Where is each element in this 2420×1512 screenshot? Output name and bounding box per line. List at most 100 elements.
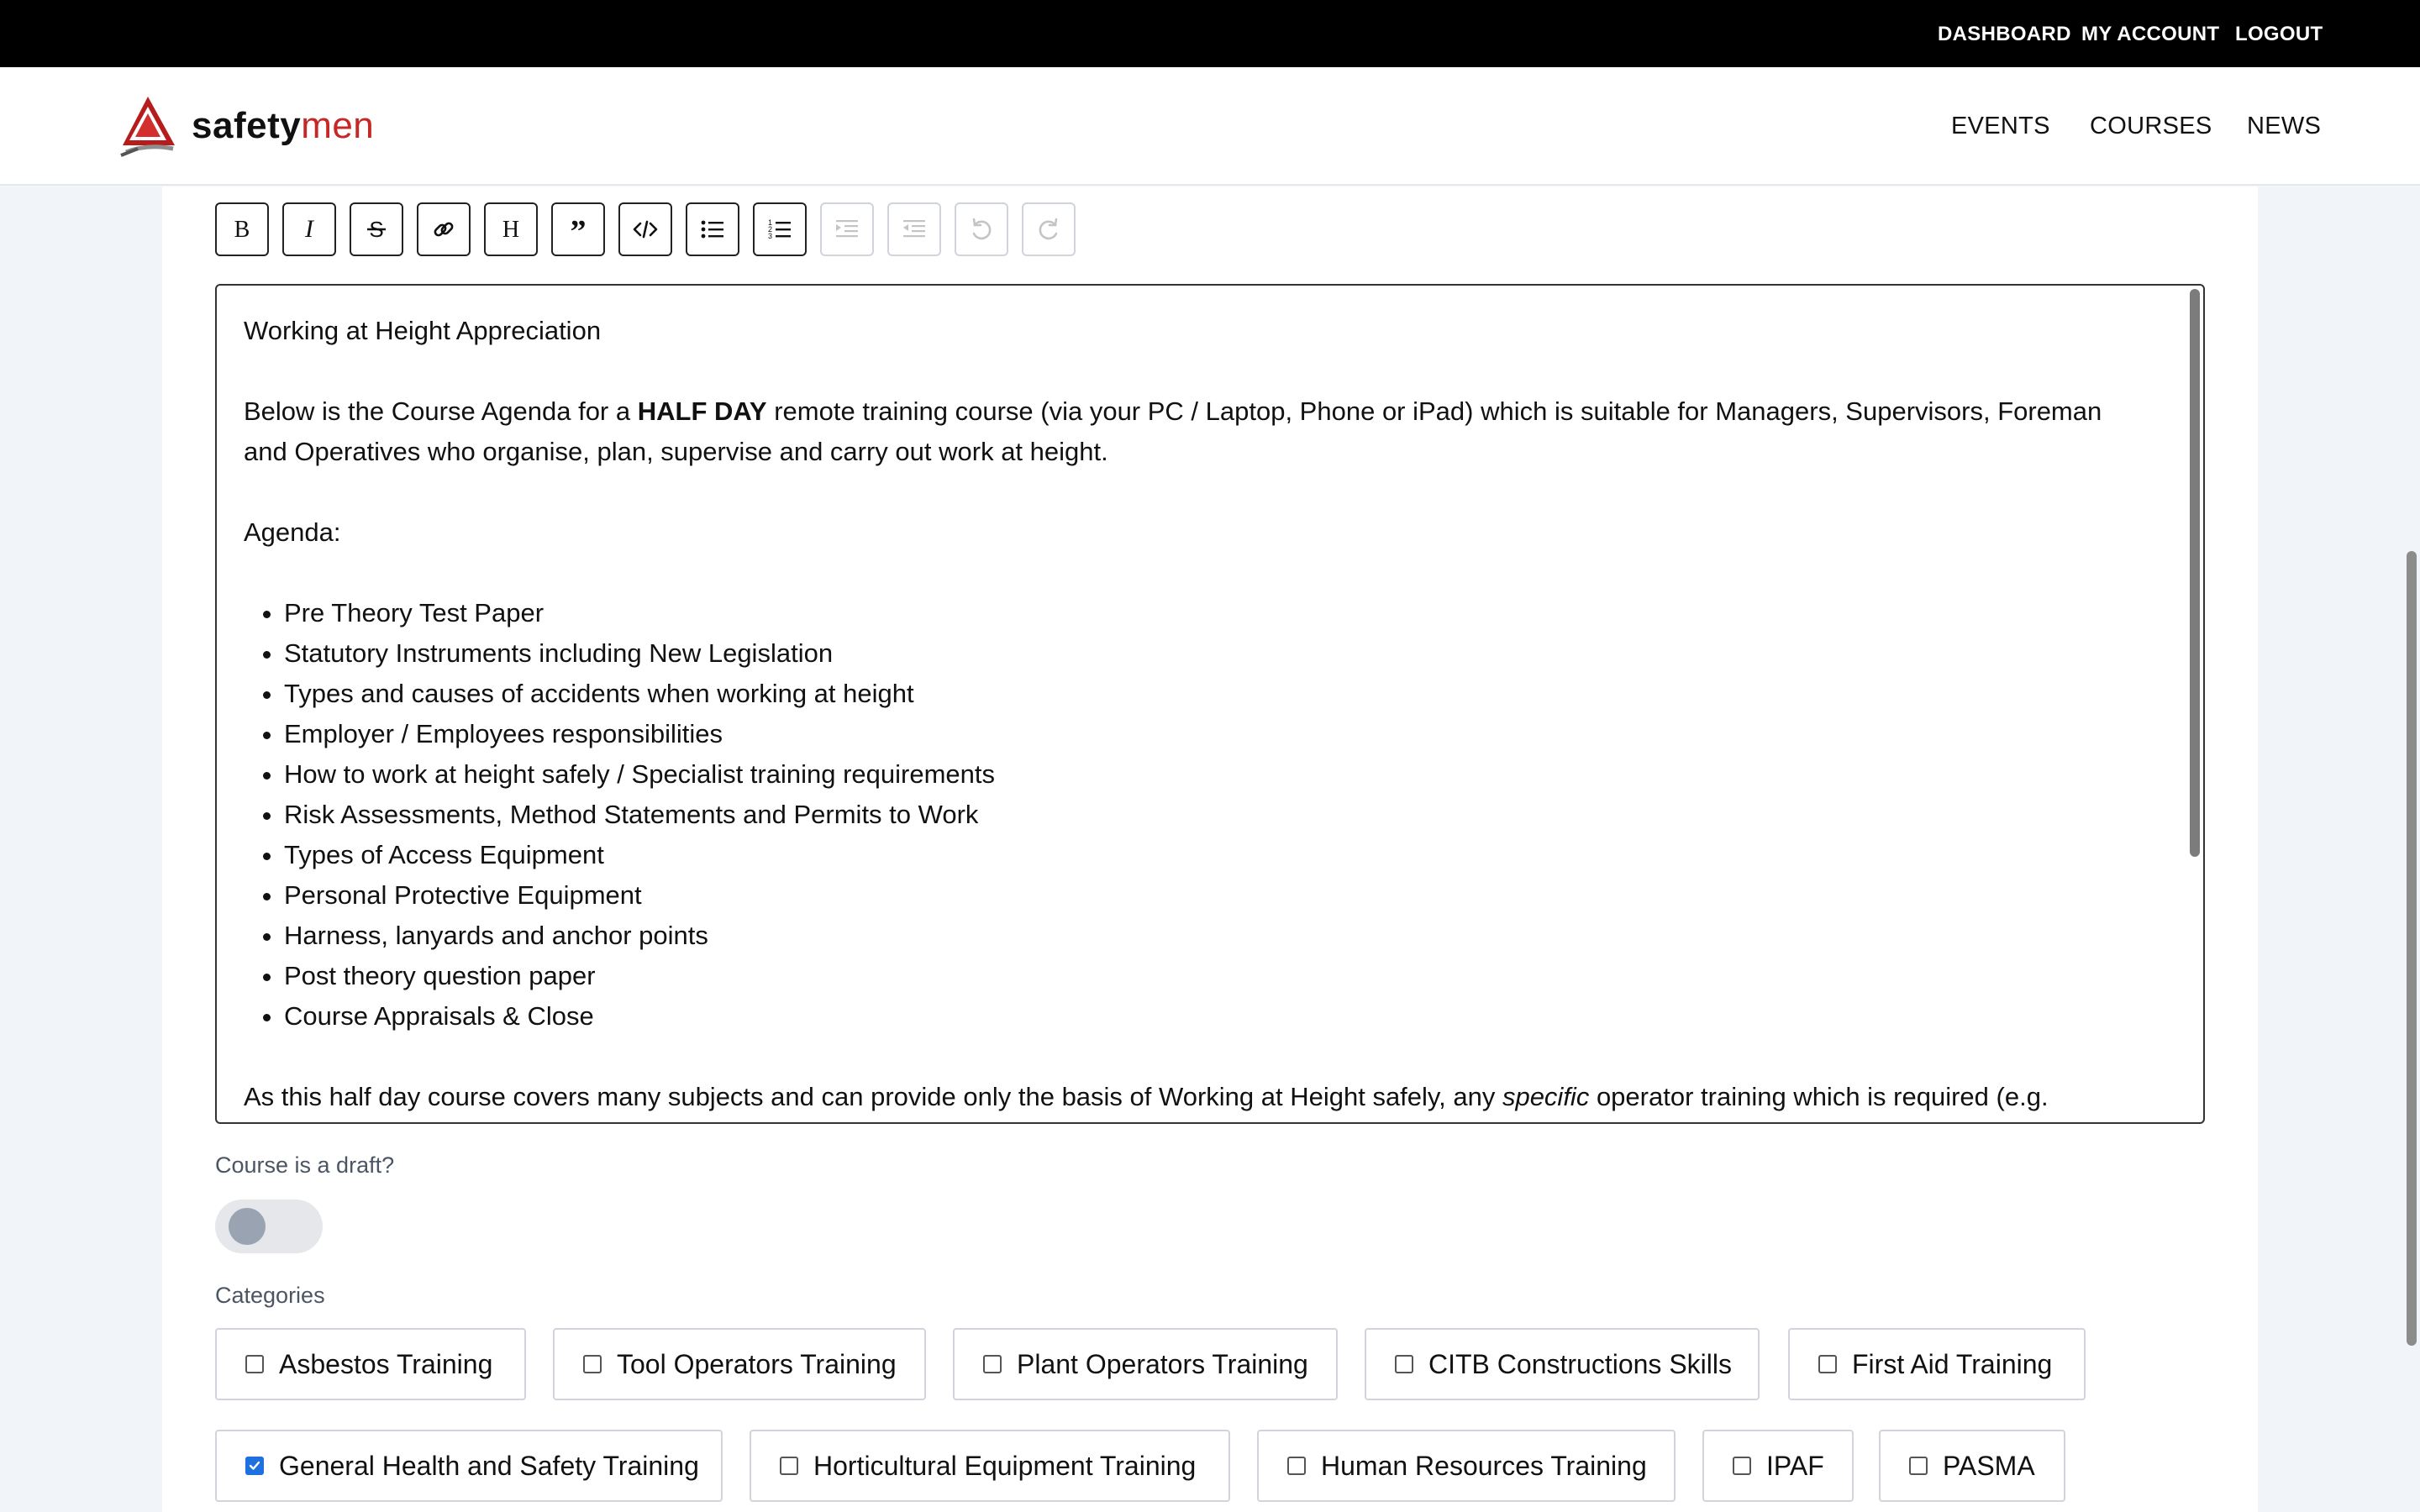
- category-first-aid-training[interactable]: First Aid Training: [1788, 1328, 2086, 1400]
- redo-icon: [1039, 218, 1058, 240]
- editor-closing: As this half day course covers many subj…: [244, 1077, 2151, 1117]
- category-checkbox[interactable]: [1733, 1457, 1751, 1475]
- svg-text:3: 3: [768, 232, 772, 240]
- strikethrough-icon: S: [367, 217, 386, 242]
- toggle-knob: [229, 1208, 266, 1245]
- svg-text:”: ”: [571, 215, 587, 244]
- italic-icon: I: [304, 215, 315, 243]
- list-item: Post theory question paper: [284, 956, 2151, 996]
- editor-title: Working at Height Appreciation: [244, 316, 602, 345]
- category-tool-operators-training[interactable]: Tool Operators Training: [553, 1328, 926, 1400]
- italic-button[interactable]: I: [282, 202, 336, 256]
- blockquote-icon: ”: [571, 215, 587, 244]
- category-general-health-and-safety-training[interactable]: General Health and Safety Training: [215, 1430, 723, 1502]
- dashboard-link[interactable]: DASHBOARD: [1938, 0, 2071, 67]
- brand-light: men: [301, 105, 375, 146]
- code-button[interactable]: [618, 202, 672, 256]
- list-item: Personal Protective Equipment: [284, 875, 2151, 916]
- link-button[interactable]: [417, 202, 471, 256]
- category-human-resources-training[interactable]: Human Resources Training: [1257, 1430, 1676, 1502]
- list-item: Risk Assessments, Method Statements and …: [284, 795, 2151, 835]
- category-citb-constructions-skills[interactable]: CITB Constructions Skills: [1365, 1328, 1760, 1400]
- nav-courses[interactable]: COURSES: [2090, 67, 2212, 186]
- bold-button[interactable]: B: [215, 202, 269, 256]
- list-item: How to work at height safely / Specialis…: [284, 754, 2151, 795]
- heading-button[interactable]: H: [484, 202, 538, 256]
- nav-news[interactable]: NEWS: [2247, 67, 2321, 186]
- logo-triangle-icon: [120, 97, 175, 157]
- undo-icon: [972, 218, 992, 240]
- bullet-list-button[interactable]: [686, 202, 739, 256]
- list-item: Statutory Instruments including New Legi…: [284, 633, 2151, 674]
- link-icon: [434, 222, 454, 237]
- category-plant-operators-training[interactable]: Plant Operators Training: [953, 1328, 1338, 1400]
- logout-link[interactable]: LOGOUT: [2235, 0, 2323, 67]
- svg-text:B: B: [234, 217, 250, 243]
- nav-events[interactable]: EVENTS: [1951, 67, 2050, 186]
- heading-icon: H: [502, 217, 519, 243]
- svg-text:I: I: [304, 215, 315, 243]
- brand-bold: safety: [192, 105, 302, 146]
- category-pasma[interactable]: PASMA: [1879, 1430, 2065, 1502]
- category-ipaf[interactable]: IPAF: [1702, 1430, 1854, 1502]
- category-label: General Health and Safety Training: [279, 1450, 699, 1481]
- page-scrollbar[interactable]: [2407, 551, 2417, 1346]
- category-checkbox[interactable]: [780, 1457, 798, 1475]
- category-checkbox[interactable]: [583, 1355, 602, 1373]
- category-asbestos-training[interactable]: Asbestos Training: [215, 1328, 526, 1400]
- bullet-list-icon: [701, 220, 723, 239]
- course-description-editor[interactable]: Working at Height Appreciation Below is …: [215, 284, 2205, 1124]
- undo-button[interactable]: [955, 202, 1008, 256]
- code-icon: [633, 220, 658, 239]
- outdent-button[interactable]: [887, 202, 941, 256]
- top-bar: DASHBOARD MY ACCOUNT LOGOUT: [0, 0, 2420, 67]
- ordered-list-icon: 123: [768, 218, 791, 240]
- list-item: Employer / Employees responsibilities: [284, 714, 2151, 754]
- category-label: Human Resources Training: [1321, 1450, 1647, 1481]
- category-checkbox[interactable]: [245, 1355, 264, 1373]
- outdent-icon: [903, 220, 925, 238]
- site-header: safetymen EVENTS COURSES NEWS: [0, 67, 2420, 186]
- categories-label: Categories: [215, 1283, 325, 1308]
- ordered-list-button[interactable]: 123: [753, 202, 807, 256]
- category-horticultural-equipment-training[interactable]: Horticultural Equipment Training: [750, 1430, 1230, 1502]
- agenda-list: Pre Theory Test Paper Statutory Instrume…: [244, 593, 2151, 1037]
- closing-after: operator training which is required (e.g…: [1589, 1082, 2049, 1111]
- list-item: Pre Theory Test Paper: [284, 593, 2151, 633]
- strikethrough-button[interactable]: S: [350, 202, 403, 256]
- category-label: Plant Operators Training: [1017, 1348, 1308, 1379]
- redo-button[interactable]: [1022, 202, 1076, 256]
- category-checkbox[interactable]: [1909, 1457, 1928, 1475]
- editor-intro: Below is the Course Agenda for a HALF DA…: [244, 391, 2151, 472]
- my-account-link[interactable]: MY ACCOUNT: [2081, 0, 2219, 67]
- indent-icon: [836, 220, 858, 238]
- list-item: Course Appraisals & Close: [284, 996, 2151, 1037]
- intro-bold: HALF DAY: [637, 396, 767, 426]
- category-checkbox-checked[interactable]: [245, 1457, 264, 1475]
- list-item: Types of Access Equipment: [284, 835, 2151, 875]
- draft-toggle[interactable]: [215, 1200, 323, 1253]
- bold-icon: B: [234, 217, 250, 243]
- draft-label: Course is a draft?: [215, 1152, 395, 1178]
- editor-content[interactable]: Working at Height Appreciation Below is …: [244, 311, 2151, 1122]
- editor-scrollbar[interactable]: [2190, 289, 2200, 857]
- check-icon: [249, 1461, 260, 1470]
- list-item: Harness, lanyards and anchor points: [284, 916, 2151, 956]
- category-checkbox[interactable]: [1287, 1457, 1306, 1475]
- category-label: PASMA: [1943, 1450, 2035, 1481]
- site-logo[interactable]: safetymen: [118, 92, 374, 160]
- closing-italic: specific: [1502, 1082, 1590, 1111]
- indent-button[interactable]: [820, 202, 874, 256]
- category-label: First Aid Training: [1852, 1348, 2053, 1379]
- intro-before: Below is the Course Agenda for a: [244, 396, 638, 426]
- category-checkbox[interactable]: [1818, 1355, 1837, 1373]
- blockquote-button[interactable]: ”: [551, 202, 605, 256]
- brand-name: safetymen: [192, 105, 374, 147]
- list-item: Types and causes of accidents when worki…: [284, 674, 2151, 714]
- category-checkbox[interactable]: [1395, 1355, 1413, 1373]
- category-label: IPAF: [1766, 1450, 1824, 1481]
- category-checkbox[interactable]: [983, 1355, 1002, 1373]
- category-label: Tool Operators Training: [617, 1348, 897, 1379]
- category-label: Asbestos Training: [279, 1348, 493, 1379]
- category-label: CITB Constructions Skills: [1428, 1348, 1732, 1379]
